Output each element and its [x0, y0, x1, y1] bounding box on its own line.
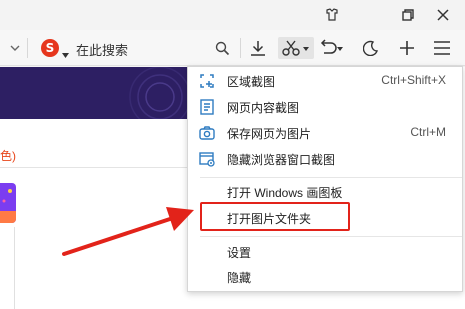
- menu-icon[interactable]: [431, 37, 453, 59]
- menu-item-label: 隐藏浏览器窗口截图: [227, 153, 336, 167]
- toolbar: S 在此搜索: [0, 30, 465, 66]
- menu-item-label: 隐藏: [227, 271, 252, 285]
- download-icon[interactable]: [247, 37, 269, 59]
- menu-item-hide-window-capture[interactable]: 隐藏浏览器窗口截图: [188, 146, 462, 172]
- chevron-down-icon[interactable]: [4, 37, 26, 59]
- menu-item-label: 区域截图: [227, 75, 276, 89]
- annotation-highlight-box: [200, 202, 350, 231]
- tshirt-pin-icon[interactable]: [322, 5, 342, 25]
- menu-item-page-content-capture[interactable]: 网页内容截图: [188, 94, 462, 120]
- engine-dropdown-icon[interactable]: [62, 45, 69, 63]
- moon-icon[interactable]: [360, 37, 382, 59]
- divider: [0, 167, 200, 168]
- menu-item-hide[interactable]: 隐藏: [188, 264, 462, 290]
- menu-item-label: 设置: [227, 246, 252, 260]
- menu-item-label: 保存网页为图片: [227, 127, 312, 141]
- region-capture-icon: [198, 72, 216, 90]
- menu-item-shortcut: Ctrl+M: [410, 125, 446, 139]
- title-bar: [0, 0, 465, 30]
- menu-item-label: 网页内容截图: [227, 101, 300, 115]
- banner-image: [0, 67, 200, 119]
- plus-icon[interactable]: [396, 37, 418, 59]
- page-content-icon: [198, 98, 216, 116]
- search-input[interactable]: 在此搜索: [76, 40, 128, 59]
- thumbnail-image[interactable]: [0, 183, 16, 223]
- toolbar-divider: [27, 38, 28, 58]
- menu-item-label: 打开 Windows 画图板: [227, 186, 343, 200]
- undo-icon[interactable]: [318, 37, 346, 59]
- camera-icon: [198, 124, 216, 142]
- menu-item-save-page-as-image[interactable]: 保存网页为图片 Ctrl+M: [188, 120, 462, 146]
- screenshot-menu: 区域截图 Ctrl+Shift+X 网页内容截图 保存网页为图片 Ctrl+M …: [187, 66, 463, 292]
- scissors-icon[interactable]: [278, 37, 314, 59]
- menu-separator: [200, 177, 462, 178]
- hide-window-icon: [198, 150, 216, 168]
- search-icon[interactable]: [211, 37, 233, 59]
- menu-item-shortcut: Ctrl+Shift+X: [381, 73, 446, 87]
- sogou-s-icon[interactable]: S: [41, 39, 59, 57]
- toolbar-divider: [240, 38, 241, 58]
- close-icon[interactable]: [433, 5, 453, 25]
- menu-separator: [200, 236, 462, 237]
- orange-text-fragment: 色): [0, 149, 16, 163]
- restore-icon[interactable]: [398, 5, 418, 25]
- divider: [14, 227, 15, 309]
- menu-item-region-capture[interactable]: 区域截图 Ctrl+Shift+X: [188, 68, 462, 94]
- menu-item-settings[interactable]: 设置: [188, 239, 462, 265]
- browser-window: S 在此搜索 色) 区域截图 Ctrl+Shift+X 网页内容截图 保存网页为…: [0, 0, 465, 309]
